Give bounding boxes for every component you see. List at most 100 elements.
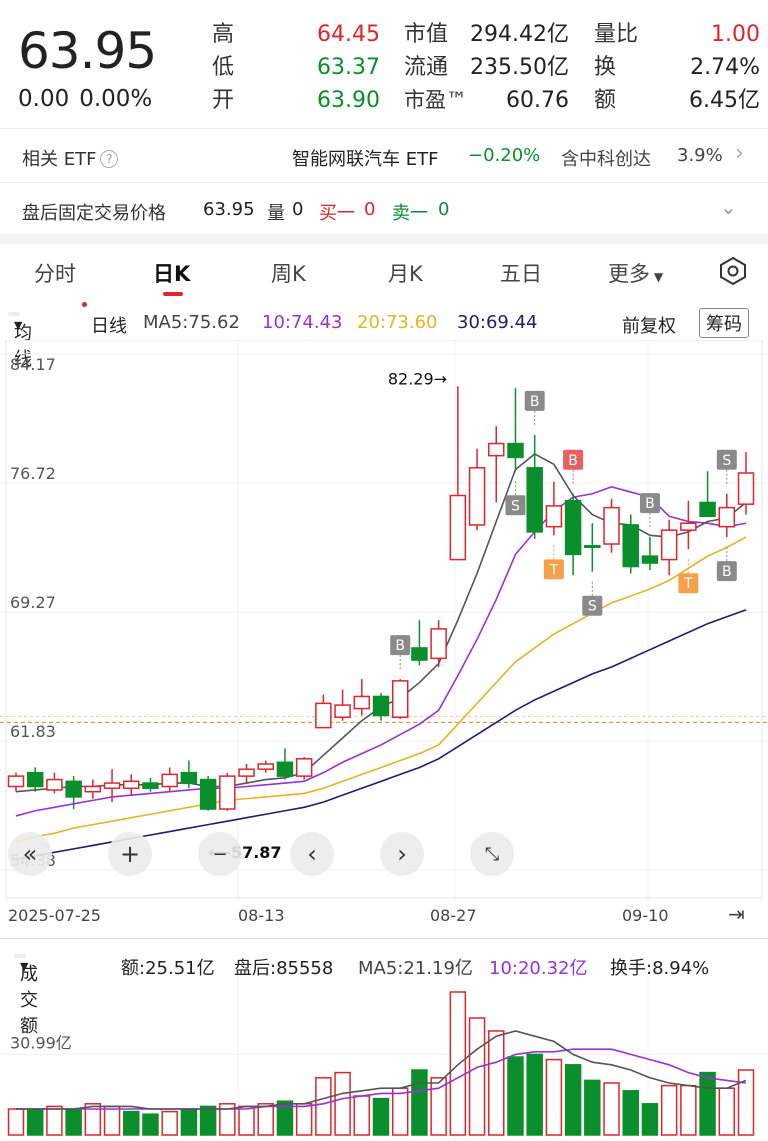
etf-name[interactable]: 智能网联汽车 ETF bbox=[292, 145, 438, 171]
volume-bar bbox=[180, 1108, 198, 1136]
period-label: 日线 bbox=[91, 316, 127, 337]
candle-body bbox=[123, 780, 140, 789]
volume-bar bbox=[65, 1108, 82, 1136]
candle-body bbox=[411, 647, 428, 661]
volume-bar bbox=[603, 1082, 620, 1136]
collapse-left-icon[interactable]: « bbox=[8, 832, 52, 876]
pan-left-icon[interactable]: ‹ bbox=[290, 832, 334, 876]
tab-more-label: 更多 bbox=[608, 262, 650, 286]
candlestick-chart[interactable]: 84.1776.7269.2761.8354.3882.29→⟵57.87BBB… bbox=[0, 340, 768, 900]
volume-bar bbox=[526, 1053, 543, 1136]
volume-chart[interactable]: 30.99亿 bbox=[0, 975, 768, 1141]
candle-body bbox=[315, 702, 332, 729]
tab-more[interactable]: 更多 ▼ bbox=[608, 258, 663, 288]
quote-values-col1: 64.45 63.37 63.90 bbox=[300, 18, 380, 117]
fullscreen-icon[interactable]: ⤡ bbox=[470, 832, 514, 876]
trade-marker-label: B bbox=[395, 638, 405, 654]
chevron-down-icon[interactable]: ⌄ bbox=[720, 195, 737, 219]
volume-bar bbox=[622, 1090, 639, 1136]
low-label: 低 bbox=[212, 55, 235, 80]
trade-marker-label: S bbox=[588, 599, 597, 615]
turnover-value: 2.74% bbox=[690, 55, 760, 80]
change-value: 0.00 bbox=[18, 86, 70, 112]
quote-labels-col3: 量比 换 额 bbox=[594, 18, 638, 117]
volume-bar bbox=[315, 1077, 332, 1136]
y-tick-label: 69.27 bbox=[10, 593, 56, 612]
low-value: 63.37 bbox=[317, 55, 380, 80]
volume-bar bbox=[641, 1103, 659, 1136]
candle-body bbox=[718, 506, 736, 528]
change-percent: 0.00% bbox=[79, 86, 153, 112]
candle-body bbox=[507, 442, 524, 459]
volume-bar bbox=[584, 1079, 601, 1136]
candle-body bbox=[660, 529, 678, 561]
volume-bar bbox=[123, 1110, 140, 1136]
volume-bar bbox=[161, 1110, 178, 1136]
zoom-out-icon[interactable]: − bbox=[198, 832, 242, 876]
volume-bar bbox=[430, 1077, 447, 1136]
etf-row[interactable]: 相关 ETF? 智能网联汽车 ETF −0.20% 含中科创达 3.9% › bbox=[0, 129, 768, 183]
candle-body bbox=[161, 773, 178, 788]
quote-values-col2: 294.42亿 235.50亿 60.76 bbox=[455, 18, 569, 117]
trade-marker-label: S bbox=[511, 498, 520, 514]
candle-body bbox=[219, 775, 236, 810]
section-gap bbox=[0, 234, 768, 244]
volume-bar bbox=[103, 1105, 121, 1136]
volume-axis-label: 30.99亿 bbox=[10, 1033, 72, 1052]
bid-label: 买一 bbox=[319, 203, 355, 224]
ma-indicator-row: 均线 ▼ 日线 MA5:75.62 10:74.43 20:73.60 30:6… bbox=[0, 305, 768, 370]
trade-marker-label: T bbox=[683, 576, 693, 592]
mktcap-value: 294.42亿 bbox=[470, 22, 569, 47]
divider bbox=[0, 938, 768, 939]
volume-bar bbox=[699, 1071, 716, 1136]
chart-frame bbox=[5, 340, 763, 899]
ma5-value: MA5:75.62 bbox=[143, 312, 240, 333]
candle-body bbox=[84, 785, 102, 793]
adjust-toggle[interactable]: 前复权 bbox=[622, 312, 676, 338]
quote-labels-col1: 高 低 开 bbox=[212, 18, 234, 117]
etf-label: 相关 ETF bbox=[22, 149, 97, 170]
etf-change: −0.20% bbox=[468, 145, 541, 166]
settings-hexagon-icon[interactable] bbox=[718, 256, 748, 290]
after-hours-vol-label: 量 bbox=[267, 203, 285, 224]
caret-down-icon: ▼ bbox=[14, 319, 23, 332]
chip-distribution-button[interactable]: 筹码 bbox=[699, 308, 749, 338]
y-tick-label: 76.72 bbox=[10, 464, 56, 483]
volume-bar bbox=[545, 1058, 563, 1136]
ma30-line bbox=[15, 609, 747, 861]
pan-right-icon[interactable]: › bbox=[380, 832, 424, 876]
candle-body bbox=[564, 499, 582, 556]
tab-daily-k[interactable]: 日K bbox=[153, 258, 190, 288]
jump-to-latest-icon[interactable]: ⇥ bbox=[728, 902, 745, 926]
candle-body bbox=[680, 522, 697, 531]
candle-body bbox=[65, 780, 82, 798]
tab-intraday[interactable]: 分时 bbox=[34, 258, 76, 288]
x-label: 09-10 bbox=[622, 906, 669, 925]
tab-monthly-k[interactable]: 月K bbox=[388, 258, 423, 288]
question-circle-icon[interactable]: ? bbox=[100, 150, 119, 168]
tab-five-day[interactable]: 五日 bbox=[500, 258, 542, 288]
active-tab-indicator bbox=[163, 292, 183, 296]
chevron-right-icon[interactable]: › bbox=[735, 141, 744, 166]
volume-bar bbox=[372, 1097, 390, 1136]
caret-down-icon: ▼ bbox=[20, 960, 29, 973]
volume-selector[interactable]: 成交额 ▼ bbox=[14, 954, 38, 1037]
volume-bar bbox=[353, 1095, 371, 1136]
trade-marker-label: B bbox=[568, 453, 578, 469]
candle-body bbox=[603, 506, 620, 545]
tab-weekly-k[interactable]: 周K bbox=[271, 258, 306, 288]
candle-body bbox=[641, 555, 659, 564]
candle-body bbox=[7, 775, 25, 788]
caret-down-icon: ▼ bbox=[650, 270, 664, 284]
candle-body bbox=[142, 782, 159, 789]
after-hours-row[interactable]: 盘后固定交易价格 63.95 量 0 买一 0 卖一 0 ⌄ bbox=[0, 183, 768, 237]
after-hours-vol: 0 bbox=[292, 199, 304, 220]
after-hours-label: 盘后固定交易价格 bbox=[22, 203, 166, 224]
ma-selector[interactable]: 均线 ▼ bbox=[8, 312, 32, 370]
zoom-in-icon[interactable]: + bbox=[108, 832, 152, 876]
trade-marker-label: B bbox=[530, 394, 540, 410]
volume-bar bbox=[564, 1064, 582, 1136]
volume-bar bbox=[295, 1103, 313, 1136]
volume-bar bbox=[737, 1069, 755, 1136]
candle-body bbox=[699, 501, 716, 518]
